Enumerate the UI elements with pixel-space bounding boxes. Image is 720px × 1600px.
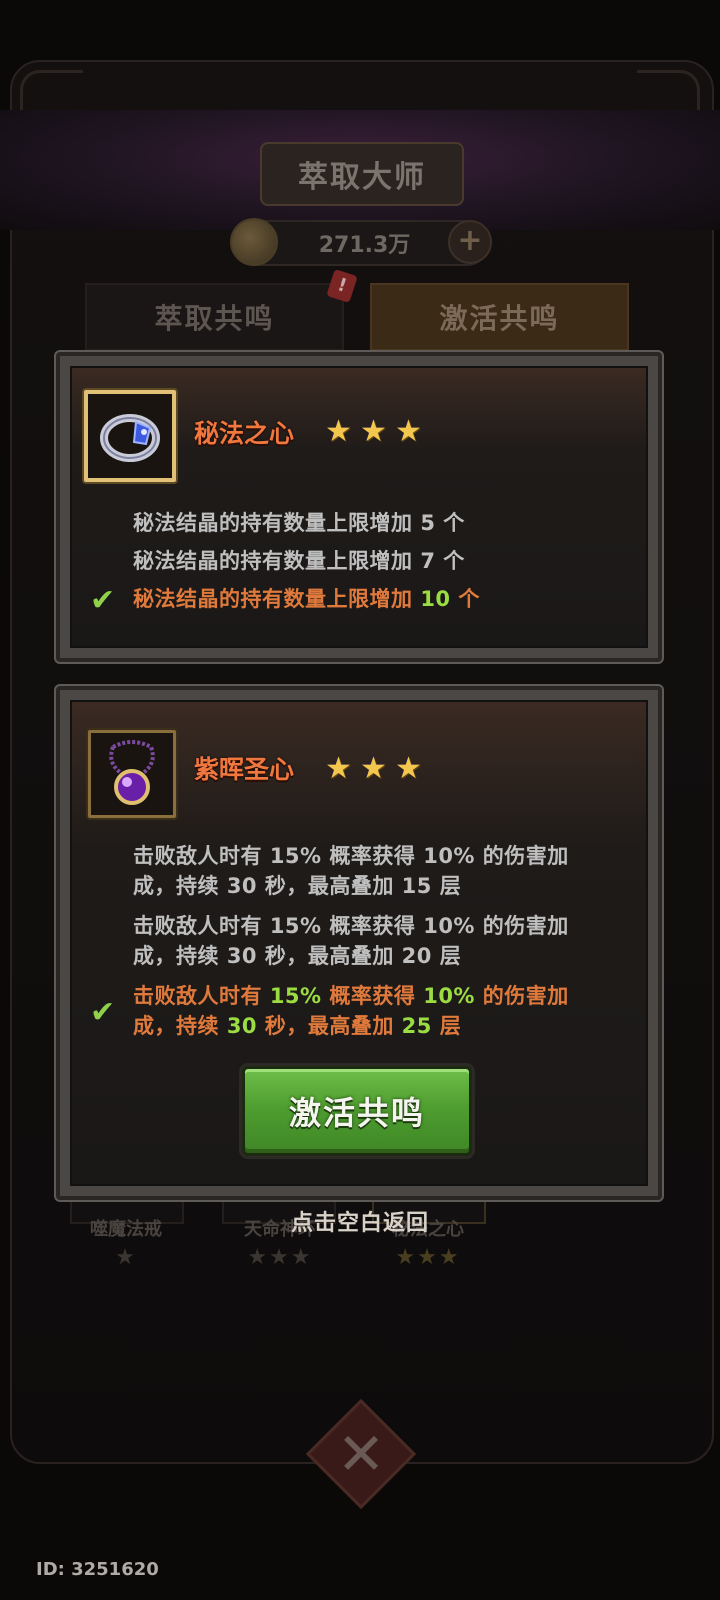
effect-value: 5	[420, 511, 436, 535]
star-rating: ★ ★ ★	[322, 752, 425, 785]
effect-text: 成，持续	[133, 944, 219, 968]
effect-text: 击败敌人时有	[133, 984, 262, 1008]
effect-stacks: 15	[401, 874, 432, 898]
effect-chance: 15%	[269, 844, 322, 868]
effect-chance: 15%	[269, 984, 322, 1008]
ring-icon	[100, 414, 160, 462]
effect-text: 秘法结晶的持有数量上限增加	[133, 587, 413, 611]
effect-bonus: 10%	[423, 914, 475, 938]
effect-line-active-cont: 成，持续 30 秒，最高叠加 25 层	[133, 1010, 461, 1042]
item-name: 秘法之心	[194, 419, 295, 448]
activate-resonance-button[interactable]: 激活共鸣	[242, 1066, 472, 1156]
check-icon: ✔	[90, 583, 116, 618]
effect-unit: 个	[443, 511, 465, 535]
star-rating: ★ ★ ★	[322, 415, 425, 448]
star-icon: ★	[395, 413, 422, 449]
star-icon: ★	[360, 750, 387, 786]
effect-text: 击败敌人时有	[133, 844, 262, 868]
effect-text: 层	[439, 944, 462, 968]
effect-text: 的伤害加	[482, 914, 569, 938]
effect-bonus: 10%	[423, 984, 475, 1008]
effect-duration: 30	[226, 944, 258, 968]
effect-line: 击败敌人时有 15% 概率获得 10% 的伤害加	[133, 910, 569, 942]
effect-text: 层	[439, 874, 462, 898]
effect-text: 秒，最高叠加	[264, 1014, 394, 1038]
background-star-icon: ★	[115, 1245, 137, 1270]
effect-text: 秒，最高叠加	[264, 874, 394, 898]
background-star-icon: ★★★	[247, 1245, 313, 1270]
star-icon: ★	[360, 413, 387, 449]
amulet-icon	[109, 740, 155, 805]
effect-line: 秘法结晶的持有数量上限增加 7 个	[133, 545, 465, 577]
effect-line-cont: 成，持续 30 秒，最高叠加 20 层	[133, 940, 461, 972]
star-icon: ★	[325, 750, 352, 786]
effect-unit: 个	[443, 549, 465, 573]
effect-text: 秘法结晶的持有数量上限增加	[133, 549, 413, 573]
effect-text: 的伤害加	[482, 984, 569, 1008]
tab-extract-resonance[interactable]: 萃取共鸣	[85, 283, 344, 351]
effect-duration: 30	[226, 874, 258, 898]
plus-icon[interactable]: +	[448, 220, 492, 264]
star-icon: ★	[325, 413, 352, 449]
effect-text: 击败敌人时有	[133, 914, 262, 938]
effect-stacks: 25	[401, 1014, 432, 1038]
effect-bonus: 10%	[423, 844, 475, 868]
background-star-icon: ★★★	[395, 1245, 461, 1270]
star-icon: ★	[395, 750, 422, 786]
effect-value: 10	[420, 587, 451, 611]
effect-value: 7	[420, 549, 436, 573]
effect-text: 层	[439, 1014, 462, 1038]
effect-stacks: 20	[401, 944, 432, 968]
effect-text: 秒，最高叠加	[264, 944, 394, 968]
item-icon-frame	[84, 390, 176, 482]
coin-icon	[230, 218, 278, 266]
effect-text: 概率获得	[329, 914, 416, 938]
effect-text: 成，持续	[133, 1014, 219, 1038]
page-title: 萃取大师	[260, 142, 464, 206]
effect-line-active: 秘法结晶的持有数量上限增加 10 个	[133, 583, 480, 615]
effect-line: 秘法结晶的持有数量上限增加 5 个	[133, 507, 465, 539]
effect-line-cont: 成，持续 30 秒，最高叠加 15 层	[133, 870, 461, 902]
item-name: 紫晖圣心	[194, 755, 295, 784]
tap-to-return-hint[interactable]: 点击空白返回	[0, 1205, 720, 1237]
check-icon: ✔	[90, 995, 116, 1030]
effect-line: 击败敌人时有 15% 概率获得 10% 的伤害加	[133, 840, 569, 872]
effect-text: 概率获得	[329, 984, 416, 1008]
tab-activate-resonance[interactable]: 激活共鸣	[370, 283, 629, 351]
item-icon-frame	[88, 730, 176, 818]
effect-text: 概率获得	[329, 844, 416, 868]
player-id: ID: 3251620	[36, 1559, 159, 1580]
effect-line-active: 击败敌人时有 15% 概率获得 10% 的伤害加	[133, 980, 569, 1012]
effect-text: 秘法结晶的持有数量上限增加	[133, 511, 413, 535]
effect-text: 成，持续	[133, 874, 219, 898]
close-icon: ✕	[336, 1420, 386, 1488]
effect-unit: 个	[458, 587, 480, 611]
effect-text: 的伤害加	[482, 844, 569, 868]
currency-amount: 271.3万	[318, 233, 411, 258]
effect-duration: 30	[226, 1014, 258, 1038]
effect-chance: 15%	[269, 914, 322, 938]
